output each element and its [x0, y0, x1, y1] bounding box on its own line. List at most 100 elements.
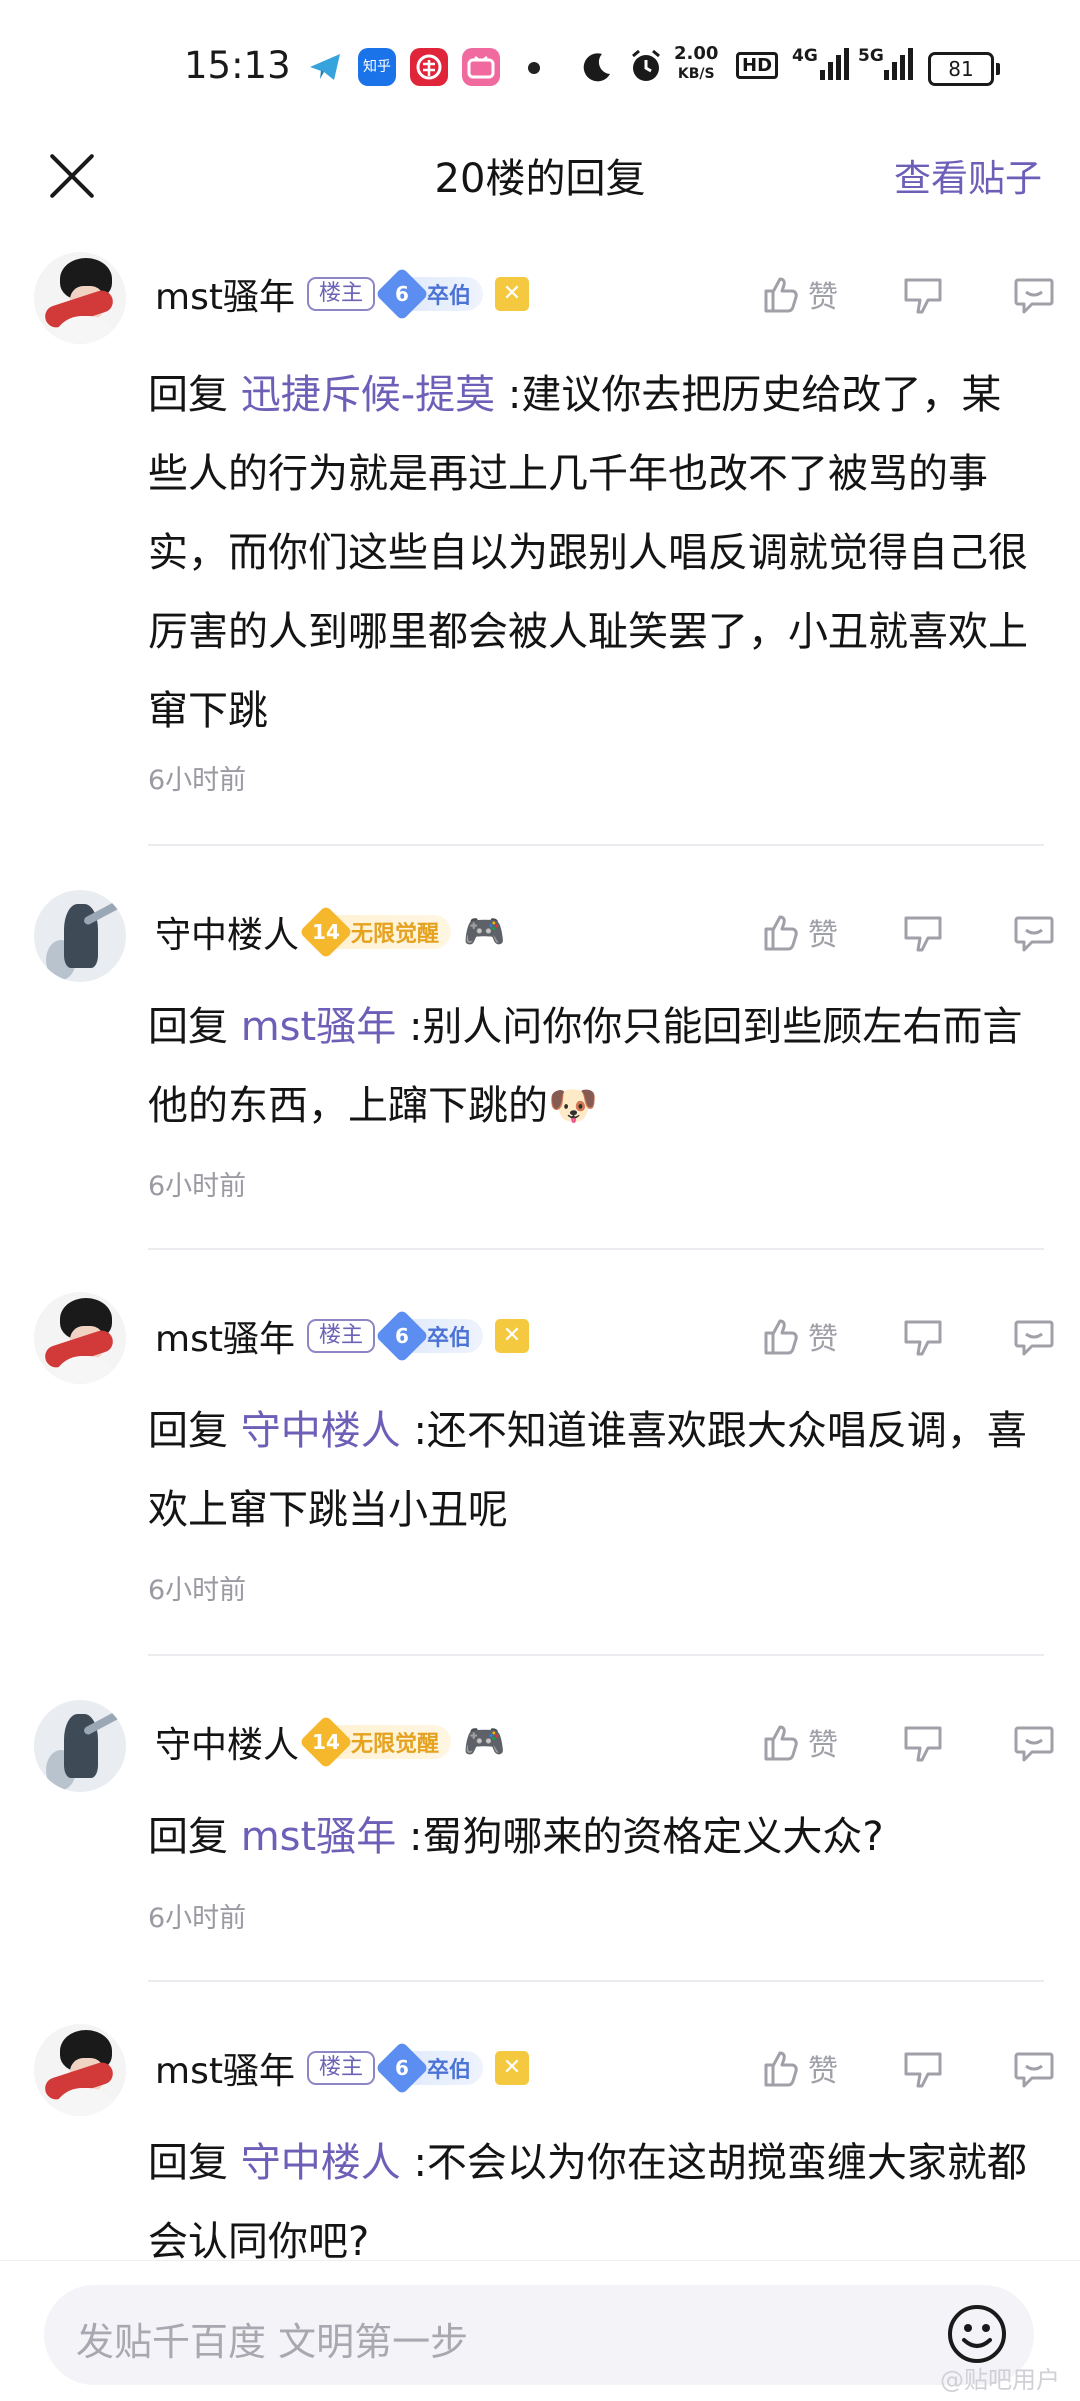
signal-icon-1 [820, 48, 849, 80]
user-info: mst骚年 楼主 6 卒伯 ✕ [155, 1306, 529, 1366]
reply-content: 回复 迅捷斥候-提莫 :建议你去把历史给改了，某些人的行为就是再过上几千年也改不… [148, 372, 1028, 734]
level-badge: 14 无限觉醒 [299, 1715, 452, 1769]
reply-actions: 赞 [760, 2038, 1080, 2098]
app-red-icon [410, 48, 448, 86]
like-button[interactable]: 赞 [760, 910, 838, 954]
reply-item: mst骚年 楼主 6 卒伯 ✕ 赞 回复 守中楼人 :不会以为你在这胡搅蛮缠大家就… [0, 1982, 1080, 2282]
reply-list: mst骚年 楼主 6 卒伯 ✕ 赞 回复 迅捷斥候-提莫 :建议你去把历史给改了，… [0, 238, 1080, 2282]
op-tag: 楼主 [306, 277, 375, 311]
reply-actions: 赞 [760, 264, 1080, 324]
comment-icon [1014, 278, 1054, 314]
network-4g-label: 4G [792, 46, 818, 66]
honor-icon: ✕ [494, 1319, 529, 1353]
dislike-button[interactable] [902, 1722, 944, 1768]
reply-item: 守中楼人 14 无限觉醒 🎮 赞 回复 mst骚年 :别人问你你只能回到些顾左右而… [0, 846, 1080, 1250]
like-button[interactable]: 赞 [760, 2046, 838, 2090]
dislike-button[interactable] [902, 2048, 944, 2094]
battery-indicator: 81 [928, 52, 1000, 86]
hd-voice-icon: HD [736, 52, 779, 79]
alarm-icon [628, 48, 664, 88]
level-badge: 6 卒伯 [375, 267, 483, 321]
bottom-input-bar: 发贴千百度 文明第一步 [0, 2260, 1080, 2401]
thumbs-down-icon [904, 1320, 942, 1356]
reply-to-user[interactable]: 迅捷斥候-提莫 [241, 372, 495, 418]
user-info: 守中楼人 14 无限觉醒 🎮 [155, 1712, 505, 1772]
like-button[interactable]: 赞 [760, 1314, 838, 1358]
bilibili-icon [462, 48, 500, 86]
user-info: 守中楼人 14 无限觉醒 🎮 [155, 902, 505, 962]
avatar[interactable] [34, 1292, 126, 1384]
honor-icon: ✕ [494, 277, 529, 311]
op-tag: 楼主 [306, 2051, 375, 2085]
reply-actions: 赞 [760, 1306, 1080, 1366]
view-post-link[interactable]: 查看贴子 [894, 148, 1042, 202]
reply-button[interactable] [1012, 912, 1056, 958]
zhihu-icon: 知乎 [358, 48, 396, 86]
thumbs-up-icon [764, 277, 798, 313]
game-controller-icon: 🎮 [463, 1722, 506, 1762]
thumbs-down-icon [904, 916, 942, 952]
username[interactable]: mst骚年 [155, 1310, 295, 1362]
reply-item: mst骚年 楼主 6 卒伯 ✕ 赞 回复 迅捷斥候-提莫 :建议你去把历史给改了，… [0, 238, 1080, 846]
telegram-icon [306, 48, 344, 86]
reply-content: 回复 守中楼人 :还不知道谁喜欢跟大众唱反调，喜欢上窜下跳当小丑呢 [148, 1408, 1027, 1533]
reply-button[interactable] [1012, 1722, 1056, 1768]
signal-icon-2 [884, 48, 913, 80]
comment-icon [1014, 1320, 1054, 1356]
reply-to-user[interactable]: 守中楼人 [241, 1408, 401, 1454]
username[interactable]: mst骚年 [155, 2042, 295, 2094]
reply-input[interactable]: 发贴千百度 文明第一步 [44, 2285, 1034, 2385]
user-info: mst骚年 楼主 6 卒伯 ✕ [155, 2038, 529, 2098]
avatar[interactable] [34, 252, 126, 344]
like-button[interactable]: 赞 [760, 1720, 838, 1764]
game-controller-icon: 🎮 [463, 912, 506, 952]
username[interactable]: 守中楼人 [155, 1716, 299, 1768]
status-bar: 15:13 知乎 2.00 KB/S HD 4G 5G 81 [0, 0, 1080, 132]
thumbs-up-icon [764, 1319, 798, 1355]
username[interactable]: 守中楼人 [155, 906, 299, 958]
thumbs-up-icon [764, 915, 798, 951]
like-button[interactable]: 赞 [760, 272, 838, 316]
reply-button[interactable] [1012, 1316, 1056, 1362]
thumbs-down-icon [904, 1726, 942, 1762]
reply-to-user[interactable]: mst骚年 [241, 1814, 397, 1860]
comment-icon [1014, 1726, 1054, 1762]
comment-icon [1014, 916, 1054, 952]
reply-content: 回复 mst骚年 :别人问你你只能回到些顾左右而言他的东西，上蹿下跳的🐶 [148, 1004, 1023, 1129]
honor-icon: ✕ [494, 2051, 529, 2085]
header: 20楼的回复 查看贴子 [0, 132, 1080, 238]
reply-to-user[interactable]: 守中楼人 [241, 2140, 401, 2186]
reply-content: 回复 mst骚年 :蜀狗哪来的资格定义大众? [148, 1814, 884, 1860]
dislike-button[interactable] [902, 274, 944, 320]
avatar[interactable] [34, 1700, 126, 1792]
reply-time: 6小时前 [148, 1903, 247, 1934]
user-info: mst骚年 楼主 6 卒伯 ✕ [155, 264, 529, 324]
comment-icon [1014, 2052, 1054, 2088]
reply-button[interactable] [1012, 274, 1056, 320]
moon-icon [580, 50, 614, 88]
reply-item: mst骚年 楼主 6 卒伯 ✕ 赞 回复 守中楼人 :还不知道谁喜欢跟大众唱反调，… [0, 1250, 1080, 1656]
reply-actions: 赞 [760, 1712, 1080, 1772]
network-5g-label: 5G [858, 46, 884, 66]
reply-content: 回复 守中楼人 :不会以为你在这胡搅蛮缠大家就都会认同你吧? [148, 2140, 1027, 2265]
dislike-button[interactable] [902, 912, 944, 958]
avatar[interactable] [34, 2024, 126, 2116]
op-tag: 楼主 [306, 1319, 375, 1353]
reply-to-user[interactable]: mst骚年 [241, 1004, 397, 1050]
reply-input-placeholder: 发贴千百度 文明第一步 [76, 2320, 469, 2364]
dislike-button[interactable] [902, 1316, 944, 1362]
watermark: @贴吧用户 [940, 2366, 1060, 2394]
level-badge: 6 卒伯 [375, 1309, 483, 1363]
username[interactable]: mst骚年 [155, 268, 295, 320]
reply-actions: 赞 [760, 902, 1080, 962]
thumbs-down-icon [904, 2052, 942, 2088]
avatar[interactable] [34, 890, 126, 982]
reply-button[interactable] [1012, 2048, 1056, 2094]
emoji-icon[interactable] [944, 2301, 1010, 2367]
status-time: 15:13 [184, 44, 291, 87]
thumbs-up-icon [764, 1725, 798, 1761]
reply-time: 6小时前 [148, 1171, 247, 1202]
reply-item: 守中楼人 14 无限觉醒 🎮 赞 回复 mst骚年 :蜀狗哪来的资格定义大众? 6… [0, 1656, 1080, 1982]
reply-time: 6小时前 [148, 1575, 247, 1606]
level-badge: 6 卒伯 [375, 2041, 483, 2095]
